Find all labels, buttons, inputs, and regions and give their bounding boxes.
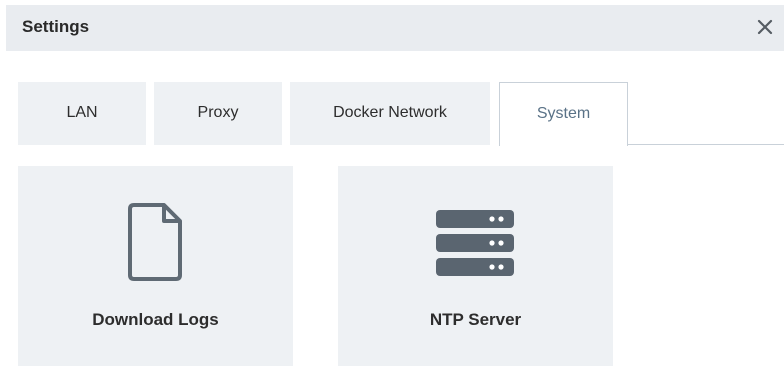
tab-divider [627, 144, 784, 145]
settings-tabs: LAN Proxy Docker Network System [0, 82, 784, 146]
tab-label: LAN [66, 103, 98, 121]
close-icon [757, 19, 773, 35]
dialog-title: Settings [22, 17, 90, 36]
server-icon [436, 210, 514, 276]
download-logs-card[interactable]: Download Logs [18, 166, 293, 366]
document-icon [128, 203, 182, 281]
card-label: NTP Server [429, 310, 522, 329]
card-label: Download Logs [92, 310, 219, 329]
tab-system[interactable]: System [499, 82, 628, 146]
ntp-server-card[interactable]: NTP Server [338, 166, 613, 366]
tab-lan[interactable]: LAN [18, 82, 146, 145]
tab-label: Docker Network [333, 103, 447, 121]
tab-label: Proxy [197, 103, 239, 121]
close-button[interactable] [754, 16, 776, 38]
tab-docker-network[interactable]: Docker Network [290, 82, 490, 145]
tab-proxy[interactable]: Proxy [154, 82, 282, 145]
dialog-header: Settings [6, 5, 784, 51]
tab-label: System [536, 104, 591, 122]
